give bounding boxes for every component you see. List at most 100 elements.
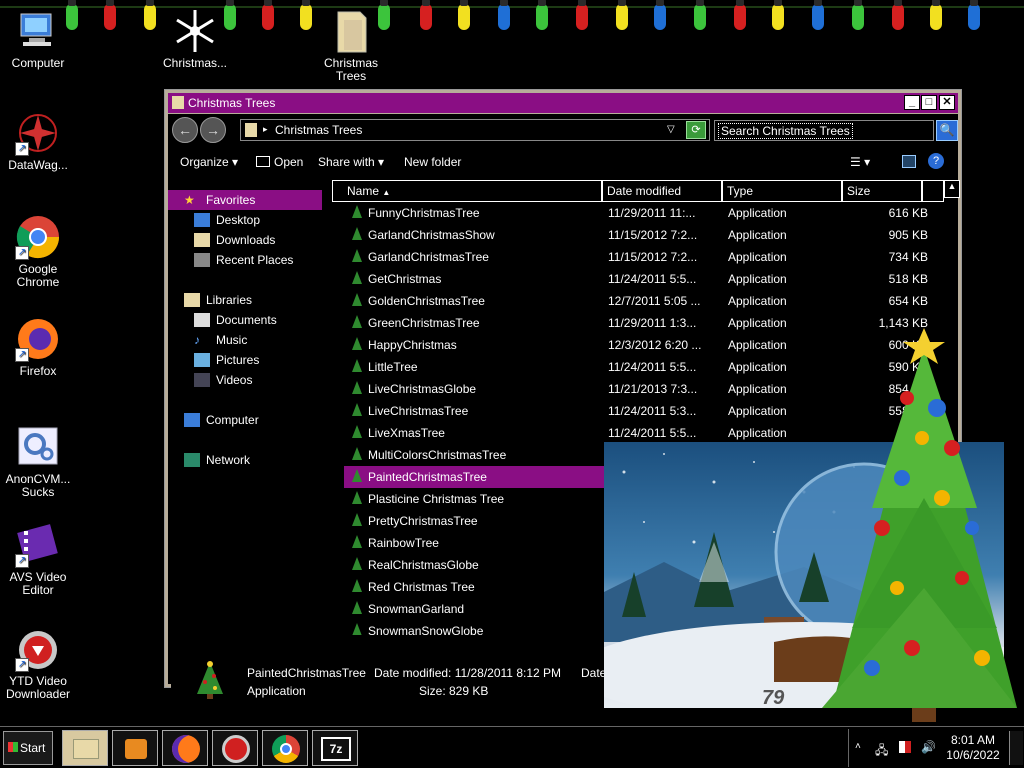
- window-titlebar[interactable]: Christmas Trees _ □ ✕: [168, 93, 958, 113]
- details-date: Date modified: 11/28/2011 8:12 PM: [374, 666, 562, 680]
- desktop-icon-label: AnonCVM... Sucks: [5, 472, 71, 499]
- light-bulb: [616, 0, 628, 30]
- file-name: SnowmanGarland: [368, 602, 465, 616]
- tree-icon: [352, 513, 362, 526]
- clock-date: 10/6/2022: [946, 748, 1000, 762]
- desktop-icon-ytd[interactable]: ↗ YTD Video Downloader: [0, 626, 78, 701]
- column-header-name[interactable]: Name ▲: [332, 180, 602, 202]
- desktop-icon-computer[interactable]: Computer: [0, 8, 78, 70]
- breadcrumb[interactable]: Christmas Trees: [275, 123, 362, 137]
- open-button[interactable]: Open: [256, 155, 303, 169]
- taskbar-7zip[interactable]: 7z: [312, 730, 358, 766]
- media-player-icon: [125, 739, 147, 759]
- desktop-icon-label: Computer: [11, 56, 65, 70]
- taskbar-file-explorer[interactable]: [62, 730, 108, 766]
- nav-item-network[interactable]: Network: [184, 453, 250, 469]
- nav-item-desktop[interactable]: Desktop: [194, 213, 260, 229]
- new-folder-button[interactable]: New folder: [404, 155, 461, 169]
- download-icon: [222, 735, 250, 763]
- nav-item-computer[interactable]: Computer: [184, 413, 259, 429]
- nav-item-videos[interactable]: Videos: [194, 373, 252, 389]
- desktop-icon-datawag[interactable]: ↗ DataWag...: [0, 110, 78, 172]
- search-field[interactable]: Search Christmas Trees: [714, 120, 934, 141]
- nav-item-pictures[interactable]: Pictures: [194, 353, 259, 369]
- maximize-button[interactable]: □: [921, 95, 937, 110]
- close-button[interactable]: ✕: [939, 95, 955, 110]
- start-button[interactable]: Start: [3, 731, 53, 765]
- back-button[interactable]: ←: [172, 117, 198, 143]
- nav-item-documents[interactable]: Documents: [194, 313, 277, 329]
- file-row[interactable]: FunnyChristmasTree 11/29/2011 11:... Appli…: [344, 202, 944, 224]
- desktop-icon-christmas-trees[interactable]: Christmas Trees: [311, 8, 391, 83]
- file-row[interactable]: GarlandChristmasShow 11/15/2012 7:2... App…: [344, 224, 944, 246]
- taskbar-ytd[interactable]: [212, 730, 258, 766]
- column-header-extra[interactable]: [922, 180, 944, 202]
- volume-icon[interactable]: 🔊: [921, 740, 936, 754]
- taskbar-firefox[interactable]: [162, 730, 208, 766]
- navigation-pane: ★ Favorites Desktop Downloads Recent Plac…: [168, 180, 326, 650]
- address-bar[interactable]: ▸ Christmas Trees ▽: [240, 119, 710, 141]
- taskbar-media-player[interactable]: [112, 730, 158, 766]
- file-row[interactable]: GetChristmas 11/24/2011 5:5... Application…: [344, 268, 944, 290]
- show-hidden-icons-icon[interactable]: ˄: [855, 741, 861, 752]
- column-header-size[interactable]: Size: [842, 180, 922, 202]
- file-name: LiveChristmasTree: [368, 404, 469, 418]
- file-name: HappyChristmas: [368, 338, 457, 352]
- folder-icon: [245, 123, 257, 137]
- desktop-icon-christmas[interactable]: Christmas...: [155, 8, 235, 70]
- christmas-lights: [0, 0, 1024, 40]
- column-header-type[interactable]: Type: [722, 180, 842, 202]
- light-bulb: [420, 0, 432, 30]
- view-options-icon[interactable]: ☰ ▾: [850, 155, 870, 169]
- file-row[interactable]: PaintedChristmasTree: [344, 466, 606, 488]
- file-name: GarlandChristmasTree: [368, 250, 489, 264]
- datawag-icon: ↗: [15, 110, 61, 156]
- organize-button[interactable]: Organize ▾: [180, 155, 238, 169]
- nav-item-music[interactable]: ♪ Music: [194, 333, 247, 349]
- scrollbar-up-button[interactable]: ▲: [944, 180, 960, 198]
- downloads-icon: [194, 233, 210, 247]
- share-with-button[interactable]: Share with ▾: [318, 155, 384, 169]
- light-bulb: [812, 0, 824, 30]
- refresh-icon[interactable]: ⟳: [686, 121, 706, 139]
- nav-item-downloads[interactable]: Downloads: [194, 233, 275, 249]
- chrome-icon: [272, 735, 300, 763]
- breadcrumb-chevron-icon[interactable]: ▸: [263, 124, 268, 135]
- desktop-icon-avs[interactable]: ↗ AVS Video Editor: [0, 522, 78, 597]
- file-name: GetChristmas: [368, 272, 442, 286]
- recent-places-icon: [194, 253, 210, 267]
- tree-icon: [352, 601, 362, 614]
- desktop-icon-chrome[interactable]: ↗ Google Chrome: [0, 214, 78, 289]
- forward-button[interactable]: →: [200, 117, 226, 143]
- file-date: 11/24/2011 5:5...: [608, 360, 697, 374]
- nav-item-libraries[interactable]: Libraries: [184, 293, 252, 309]
- nav-label: Computer: [206, 413, 259, 427]
- taskbar-chrome[interactable]: [262, 730, 308, 766]
- nav-item-recent-places[interactable]: Recent Places: [194, 253, 293, 269]
- file-row[interactable]: GarlandChristmasTree 11/15/2012 7:2... App…: [344, 246, 944, 268]
- minimize-button[interactable]: _: [904, 95, 920, 110]
- show-desktop-button[interactable]: [1009, 731, 1023, 765]
- music-icon: ♪: [194, 333, 200, 347]
- file-row[interactable]: GoldenChristmasTree 12/7/2011 5:05 ... App…: [344, 290, 944, 312]
- light-bulb: [576, 0, 588, 30]
- address-dropdown-icon[interactable]: ▽: [667, 124, 675, 135]
- search-input[interactable]: Search Christmas Trees: [718, 123, 853, 139]
- network-icon[interactable]: 🖧: [875, 741, 888, 762]
- start-label: Start: [20, 741, 46, 755]
- help-icon[interactable]: ?: [928, 153, 944, 169]
- desktop-icon-firefox[interactable]: ↗ Firefox: [0, 316, 78, 378]
- file-size: 518 KB: [888, 272, 928, 286]
- nav-item-favorites-label[interactable]: ★ Favorites: [184, 193, 255, 209]
- computer-icon: [184, 413, 200, 427]
- column-header-date[interactable]: Date modified: [602, 180, 722, 202]
- file-type: Application: [728, 338, 787, 352]
- desktop-icon-anoncvm[interactable]: AnonCVM... Sucks: [0, 424, 78, 499]
- action-center-flag-icon[interactable]: [899, 741, 911, 753]
- christmas-tree-icon: [822, 328, 1017, 722]
- folder-icon: [328, 8, 374, 54]
- preview-pane-icon[interactable]: [902, 155, 916, 168]
- computer-icon: [15, 8, 61, 54]
- clock[interactable]: 8:01 AM 10/6/2022: [943, 733, 1003, 763]
- search-icon[interactable]: 🔍: [936, 120, 958, 141]
